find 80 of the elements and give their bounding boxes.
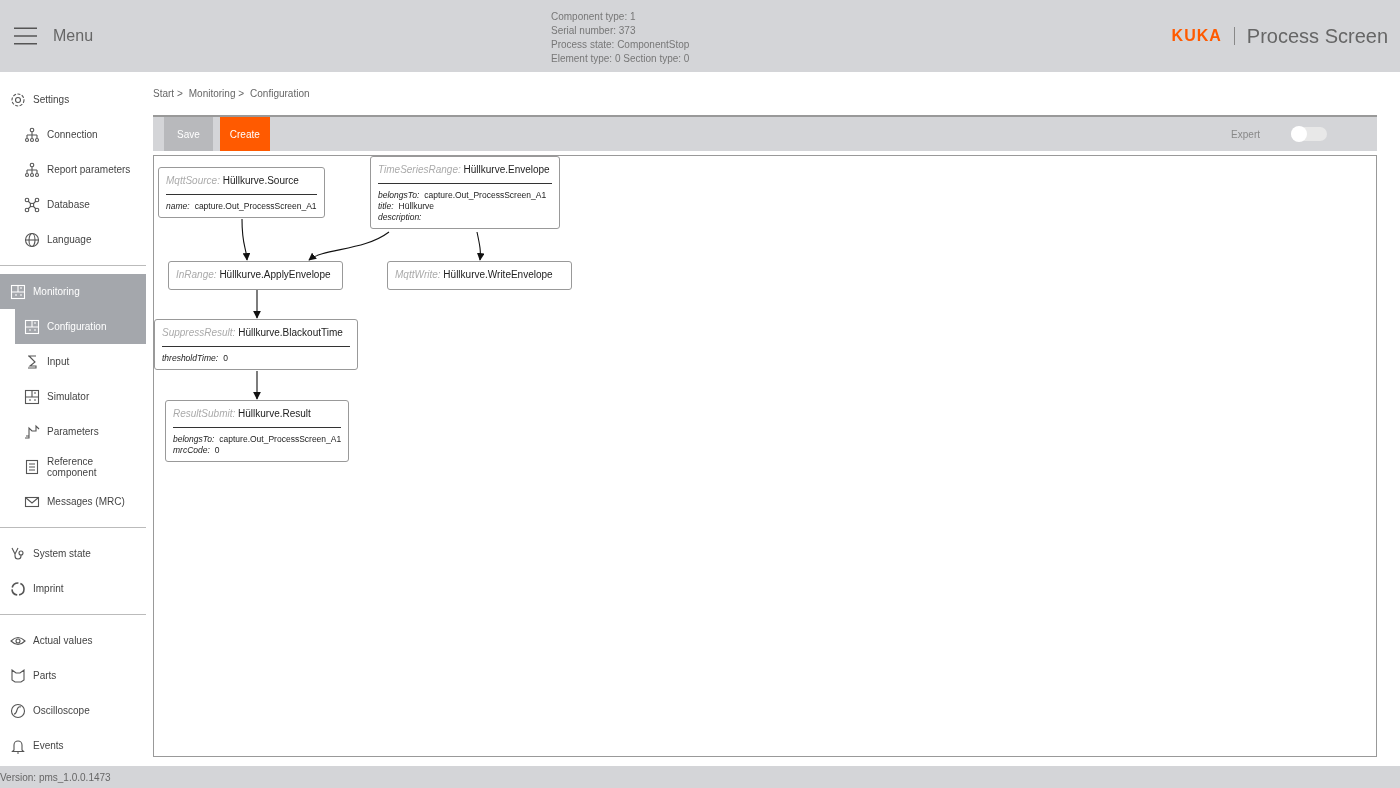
property-value: capture.Out_ProcessScreen_A1 — [424, 190, 547, 200]
nav-item[interactable]: System state — [0, 536, 146, 571]
nav-item[interactable]: Input — [15, 344, 146, 379]
version-text: Version: pms_1.0.0.1473 — [0, 771, 111, 783]
molecule-icon — [24, 196, 40, 213]
diagram-node[interactable]: TimeSeriesRange: Hüllkurve.Envelope belongsTo: capture.Out_ProcessScreen_A1 title: Hüllkurve description: — [370, 156, 560, 229]
node-name: Hüllkurve.WriteEnvelope — [443, 269, 553, 280]
property-key: belongsTo: — [173, 434, 216, 444]
nav-item[interactable]: Events — [0, 728, 146, 763]
nav-item[interactable]: Imprint — [0, 571, 146, 606]
property-key: belongsTo: — [378, 190, 421, 200]
node-type: MqttSource: — [166, 175, 220, 186]
status-text: Process state: ComponentStop — [551, 38, 690, 52]
node-type: InRange: — [176, 269, 217, 280]
status-text: Element type: 0 Section type: 0 — [551, 52, 690, 66]
property-value: 0 — [214, 445, 220, 455]
property-key: description: — [378, 212, 423, 222]
hierarchy-icon — [24, 161, 40, 178]
status-text: Serial number: 373 — [551, 24, 637, 38]
node-name: Hüllkurve.Source — [222, 175, 299, 186]
expert-toggle[interactable] — [1291, 127, 1327, 141]
nav-item[interactable]: Database — [15, 187, 146, 222]
nav-item[interactable]: Connection — [15, 117, 146, 152]
node-name: Hüllkurve.Result — [238, 408, 311, 419]
diagram-node[interactable]: SuppressResult: Hüllkurve.BlackoutTime thresholdTime: 0 — [154, 319, 358, 370]
property-value: capture.Out_ProcessScreen_A1 — [219, 434, 342, 444]
nav-item[interactable]: Messages (MRC) — [15, 484, 146, 519]
nav-item[interactable]: Simulator — [15, 379, 146, 414]
node-name: Hüllkurve.Envelope — [463, 164, 550, 175]
connector-arrow — [253, 370, 261, 400]
nav-item[interactable]: Reference component — [15, 449, 146, 484]
connector-arrow — [253, 289, 261, 319]
property-value: Hüllkurve — [398, 201, 435, 211]
menu-button[interactable]: Menu — [14, 27, 314, 45]
menu-icon — [14, 27, 37, 45]
bell-icon — [10, 737, 26, 754]
property-value: capture.Out_ProcessScreen_A1 — [194, 201, 317, 211]
node-name: Hüllkurve.ApplyEnvelope — [219, 269, 331, 280]
panel-icon — [24, 318, 40, 335]
breadcrumb-link[interactable]: Start > — [153, 88, 183, 99]
nav-item[interactable]: Settings — [0, 82, 146, 117]
ring-icon — [10, 580, 26, 597]
expert-label: Expert — [1231, 128, 1260, 140]
node-type: SuppressResult: — [162, 327, 236, 338]
breadcrumb-link[interactable]: Monitoring > — [188, 88, 245, 99]
diagram-node[interactable]: InRange: Hüllkurve.ApplyEnvelope — [168, 261, 343, 290]
document-icon — [24, 458, 40, 475]
pulse-icon — [24, 423, 40, 440]
property-value: 0 — [223, 353, 228, 363]
property-key: name: — [166, 201, 191, 211]
status-text: Component type: 1 — [551, 10, 637, 24]
nav-item[interactable]: Report parameters — [15, 152, 146, 187]
nav-item[interactable]: Oscilloscope — [0, 693, 146, 728]
property-key: thresholdTime: — [162, 353, 220, 363]
app-title: Process Screen — [1245, 24, 1388, 48]
hierarchy-icon — [24, 126, 40, 143]
gear-icon — [10, 91, 26, 108]
connector-arrow — [241, 218, 251, 261]
nav-item[interactable]: Parameters — [15, 414, 146, 449]
node-type: MqttWrite: — [395, 269, 441, 280]
diagram-node[interactable]: MqttSource: Hüllkurve.Source name: capture.Out_ProcessScreen_A1 — [158, 167, 325, 218]
panel-icon — [24, 388, 40, 405]
wave-circle-icon — [10, 702, 26, 719]
nav-item[interactable]: Actual values — [0, 623, 146, 658]
connector-arrow — [476, 231, 485, 261]
node-type: TimeSeriesRange: — [378, 164, 461, 175]
diagram-node[interactable]: MqttWrite: Hüllkurve.WriteEnvelope — [387, 261, 572, 290]
globe-icon — [24, 231, 40, 248]
nav-item[interactable]: Parts — [0, 658, 146, 693]
part-icon — [10, 667, 26, 684]
panel-icon — [10, 283, 26, 300]
breadcrumb-link[interactable]: Configuration — [250, 88, 310, 99]
node-name: Hüllkurve.BlackoutTime — [238, 327, 343, 338]
diagram-node[interactable]: ResultSubmit: Hüllkurve.Result belongsTo: capture.Out_ProcessScreen_A1 mrcCode: 0 — [165, 400, 350, 462]
brand-logo: KUKA — [1171, 27, 1235, 45]
nav-item[interactable]: Language — [15, 222, 146, 257]
property-key: title: — [378, 201, 395, 211]
stethoscope-icon — [10, 545, 26, 562]
node-type: ResultSubmit: — [173, 408, 236, 419]
property-key: mrcCode: — [173, 445, 211, 455]
